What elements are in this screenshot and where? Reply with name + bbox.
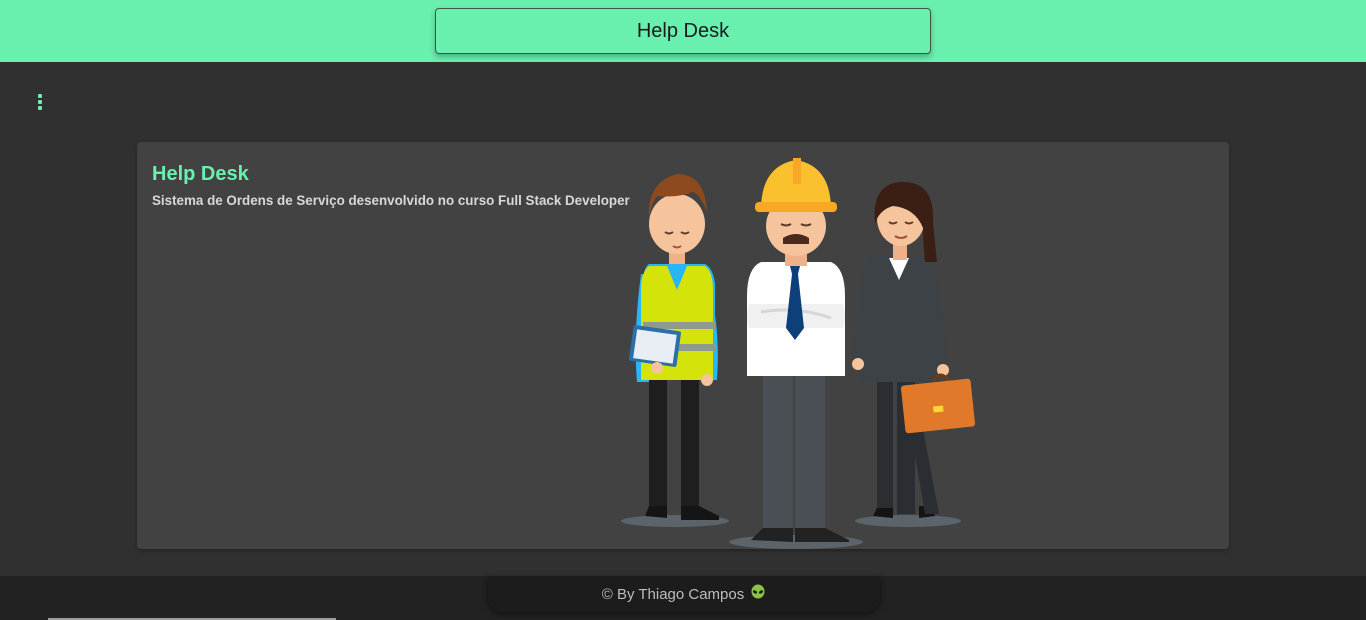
card-subtitle: Sistema de Ordens de Serviço desenvolvid… [152,193,630,208]
app-title: Help Desk [435,8,931,54]
footer-credit: © By Thiago Campos [488,576,880,612]
card-title: Help Desk [152,163,249,185]
three-workers-illustration [621,158,976,549]
intro-card: Help Desk Sistema de Ordens de Serviço d… [137,142,1229,549]
more-vert-icon[interactable] [28,88,52,116]
top-bar: Help Desk [0,0,1366,62]
footer-credit-text: © By Thiago Campos [601,585,745,603]
worker-right-figure [852,182,976,518]
worker-center-figure [747,158,849,542]
worker-left-figure [628,174,719,520]
alien-icon [750,584,766,604]
